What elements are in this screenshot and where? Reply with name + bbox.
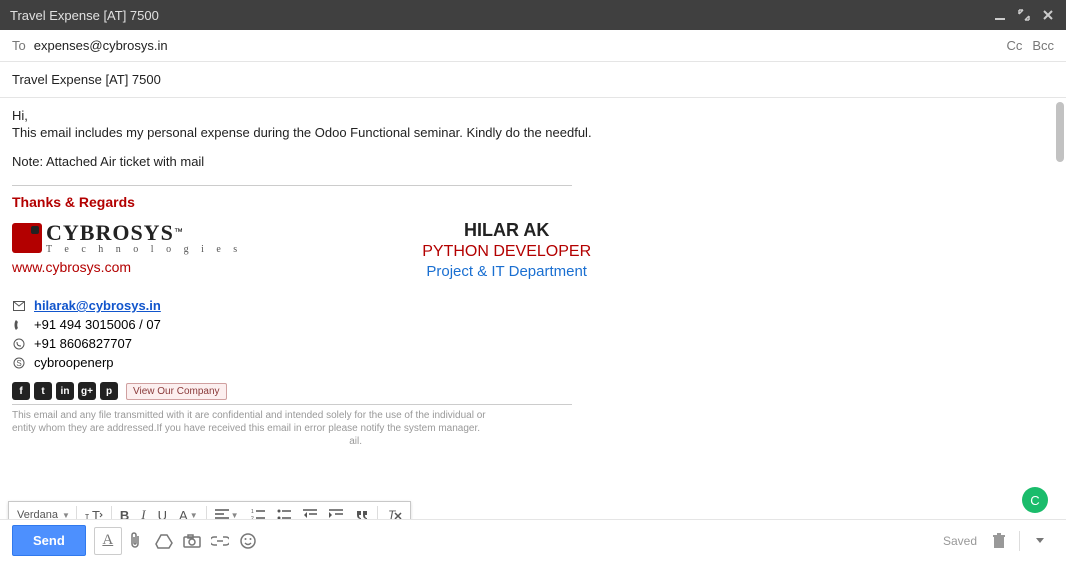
bcc-link[interactable]: Bcc: [1032, 38, 1054, 53]
scrollbar-thumb[interactable]: [1056, 102, 1064, 162]
person-info-block: HILAR AK PYTHON DEVELOPER Project & IT D…: [422, 220, 591, 280]
company-logo-block: CYBROSYS™ T e c h n o l o g i e s www.cy…: [12, 220, 242, 275]
signature-divider: [12, 185, 572, 186]
phone-icon: [12, 318, 26, 332]
disclaimer-line-3: ail.: [12, 435, 362, 448]
contact-whatsapp-row: +91 8606827707: [12, 336, 1054, 351]
insert-photo-button[interactable]: [178, 527, 206, 555]
svg-text:S: S: [16, 359, 21, 368]
compose-body[interactable]: Hi, This email includes my personal expe…: [0, 98, 1066, 496]
more-options-button[interactable]: [1026, 527, 1054, 555]
hangouts-badge[interactable]: C: [1022, 487, 1048, 513]
signature-header: CYBROSYS™ T e c h n o l o g i e s www.cy…: [12, 220, 1054, 280]
contact-skype-row: S cybroopenerp: [12, 355, 1054, 370]
contact-phone: +91 494 3015006 / 07: [34, 317, 161, 332]
body-note: Note: Attached Air ticket with mail: [12, 154, 1054, 169]
facebook-icon[interactable]: f: [12, 382, 30, 400]
disclaimer-line-1: This email and any file transmitted with…: [12, 409, 572, 422]
insert-drive-button[interactable]: [150, 527, 178, 555]
attach-file-button[interactable]: [122, 527, 150, 555]
pinterest-icon[interactable]: p: [100, 382, 118, 400]
disclaimer-line-2: entity whom they are addressed.If you ha…: [12, 422, 572, 435]
close-icon[interactable]: [1040, 7, 1056, 23]
body-paragraph: This email includes my personal expense …: [12, 125, 1054, 140]
skype-icon: S: [12, 356, 26, 370]
bottom-separator: [1019, 531, 1020, 551]
linkedin-icon[interactable]: in: [56, 382, 74, 400]
window-titlebar: Travel Expense [AT] 7500: [0, 0, 1066, 30]
saved-indicator: Saved: [943, 534, 977, 548]
twitter-icon[interactable]: t: [34, 382, 52, 400]
expand-icon[interactable]: [1016, 7, 1032, 23]
insert-emoji-button[interactable]: [234, 527, 262, 555]
to-field-row[interactable]: To expenses@cybrosys.in Cc Bcc: [0, 30, 1066, 62]
signature-thanks: Thanks & Regards: [12, 194, 1054, 210]
company-tagline: T e c h n o l o g i e s: [46, 244, 242, 255]
minimize-icon[interactable]: [992, 7, 1008, 23]
signature-mini-divider: [12, 404, 572, 405]
trademark-symbol: ™: [174, 227, 183, 237]
contact-whatsapp: +91 8606827707: [34, 336, 132, 351]
googleplus-icon[interactable]: g+: [78, 382, 96, 400]
insert-link-button[interactable]: [206, 527, 234, 555]
person-name: HILAR AK: [422, 220, 591, 241]
contact-block: hilarak@cybrosys.in +91 494 3015006 / 07…: [12, 298, 1054, 370]
company-website[interactable]: www.cybrosys.com: [12, 259, 242, 275]
subject-field[interactable]: Travel Expense [AT] 7500: [0, 62, 1066, 98]
contact-email-row: hilarak@cybrosys.in: [12, 298, 1054, 313]
window-controls: [992, 7, 1056, 23]
compose-body-container: Hi, This email includes my personal expe…: [0, 98, 1066, 496]
social-icons-row: f t in g+ p View Our Company: [12, 382, 1054, 400]
mail-icon: [12, 299, 26, 313]
contact-phone-row: +91 494 3015006 / 07: [12, 317, 1054, 332]
company-name: CYBROSYS: [46, 220, 174, 245]
person-title: PYTHON DEVELOPER: [422, 243, 591, 261]
window-title: Travel Expense [AT] 7500: [10, 8, 992, 23]
person-department: Project & IT Department: [422, 263, 591, 280]
cc-link[interactable]: Cc: [1006, 38, 1022, 53]
body-greeting: Hi,: [12, 108, 1054, 123]
view-company-button[interactable]: View Our Company: [126, 383, 227, 400]
to-label: To: [12, 38, 26, 53]
whatsapp-icon: [12, 337, 26, 351]
recipient-chip[interactable]: expenses@cybrosys.in: [34, 38, 168, 54]
to-recipients[interactable]: expenses@cybrosys.in: [34, 38, 1007, 53]
send-button[interactable]: Send: [12, 525, 86, 556]
contact-skype: cybroopenerp: [34, 355, 114, 370]
discard-draft-button[interactable]: [985, 527, 1013, 555]
formatting-toggle-button[interactable]: A: [94, 527, 122, 555]
contact-email[interactable]: hilarak@cybrosys.in: [34, 298, 161, 313]
compose-bottom-bar: Send A Saved: [0, 519, 1066, 561]
hangouts-initial: C: [1030, 493, 1039, 508]
company-logo-icon: [12, 223, 42, 253]
svg-text:1: 1: [251, 509, 254, 515]
